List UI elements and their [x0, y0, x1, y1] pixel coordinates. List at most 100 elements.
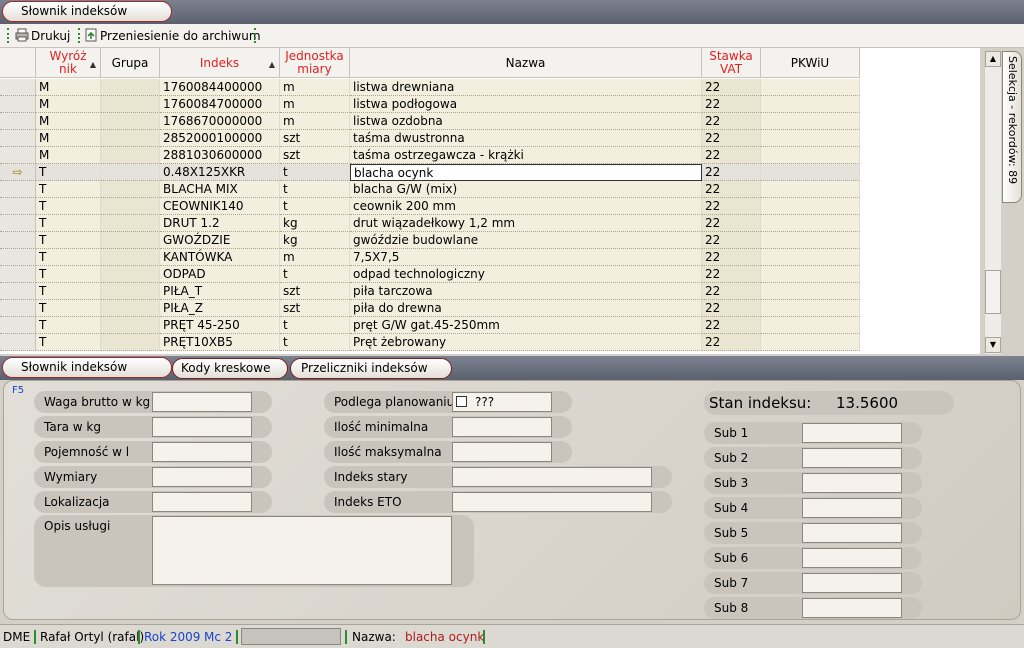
cell-indeks[interactable]: 1768670000000 [160, 113, 280, 130]
detail-field-input[interactable] [152, 492, 252, 512]
table-row[interactable]: ⇨ T 0.48X125XKR t blacha ocynk 22 [0, 164, 860, 181]
detail-field-input[interactable]: ??? [452, 392, 552, 412]
row-indicator[interactable] [0, 198, 36, 215]
sub-field-input[interactable] [802, 573, 902, 593]
cell-nazwa[interactable]: ceownik 200 mm [350, 198, 702, 215]
cell-stawka-vat[interactable]: 22 [702, 266, 761, 283]
cell-stawka-vat[interactable]: 22 [702, 79, 761, 96]
table-row[interactable]: T KANTÓWKA m 7,5X7,5 22 [0, 249, 860, 266]
cell-indeks[interactable]: 0.48X125XKR [160, 164, 280, 181]
table-row[interactable]: T PIŁA_Z szt piła do drewna 22 [0, 300, 860, 317]
row-indicator[interactable] [0, 249, 36, 266]
detail-field-input[interactable] [152, 417, 252, 437]
cell-pkwiu[interactable] [761, 198, 860, 215]
cell-grupa[interactable] [101, 113, 160, 130]
table-row[interactable]: T CEOWNIK140 t ceownik 200 mm 22 [0, 198, 860, 215]
cell-pkwiu[interactable] [761, 249, 860, 266]
cell-grupa[interactable] [101, 96, 160, 113]
cell-nazwa[interactable]: piła do drewna [350, 300, 702, 317]
cell-indeks[interactable]: 2852000100000 [160, 130, 280, 147]
cell-wyroznik[interactable]: T [36, 300, 101, 317]
cell-grupa[interactable] [101, 215, 160, 232]
cell-grupa[interactable] [101, 283, 160, 300]
cell-nazwa[interactable]: piła tarczowa [350, 283, 702, 300]
cell-stawka-vat[interactable]: 22 [702, 113, 761, 130]
cell-indeks[interactable]: CEOWNIK140 [160, 198, 280, 215]
row-indicator[interactable] [0, 232, 36, 249]
cell-pkwiu[interactable] [761, 215, 860, 232]
cell-pkwiu[interactable] [761, 96, 860, 113]
cell-wyroznik[interactable]: M [36, 96, 101, 113]
table-row[interactable]: M 1768670000000 m listwa ozdobna 22 [0, 113, 860, 130]
cell-indeks[interactable]: PRĘT10XB5 [160, 334, 280, 351]
cell-wyroznik[interactable]: T [36, 215, 101, 232]
cell-wyroznik[interactable]: M [36, 147, 101, 164]
row-indicator[interactable] [0, 300, 36, 317]
cell-wyroznik[interactable]: T [36, 334, 101, 351]
cell-jednostka[interactable]: t [280, 317, 350, 334]
cell-grupa[interactable] [101, 300, 160, 317]
header-nazwa[interactable]: Nazwa [350, 48, 702, 78]
cell-wyroznik[interactable]: T [36, 249, 101, 266]
row-indicator[interactable] [0, 266, 36, 283]
cell-indeks[interactable]: BLACHA MIX [160, 181, 280, 198]
cell-jednostka[interactable]: t [280, 181, 350, 198]
header-jednostka[interactable]: Jednostka miary [280, 48, 350, 78]
cell-grupa[interactable] [101, 317, 160, 334]
cell-wyroznik[interactable]: M [36, 79, 101, 96]
cell-wyroznik[interactable]: T [36, 164, 101, 181]
header-indeks[interactable]: Indeks ▲ [160, 48, 280, 78]
tab-slownik-indeksow[interactable]: Słownik indeksów [2, 357, 172, 378]
cell-wyroznik[interactable]: T [36, 181, 101, 198]
cell-grupa[interactable] [101, 79, 160, 96]
cell-pkwiu[interactable] [761, 164, 860, 181]
cell-stawka-vat[interactable]: 22 [702, 96, 761, 113]
header-stawka-vat[interactable]: Stawka VAT [702, 48, 761, 78]
cell-nazwa[interactable]: pręt G/W gat.45-250mm [350, 317, 702, 334]
cell-wyroznik[interactable]: T [36, 232, 101, 249]
sub-field-input[interactable] [802, 473, 902, 493]
cell-indeks[interactable]: KANTÓWKA [160, 249, 280, 266]
cell-jednostka[interactable]: szt [280, 300, 350, 317]
tab-slownik-indeksow-top[interactable]: Słownik indeksów [2, 1, 172, 22]
cell-grupa[interactable] [101, 181, 160, 198]
cell-pkwiu[interactable] [761, 317, 860, 334]
cell-grupa[interactable] [101, 266, 160, 283]
cell-nazwa[interactable]: taśma ostrzegawcza - krążki [350, 147, 702, 164]
sub-field-input[interactable] [802, 598, 902, 618]
cell-wyroznik[interactable]: M [36, 113, 101, 130]
table-row[interactable]: T GWOŹDZIE kg gwóździe budowlane 22 [0, 232, 860, 249]
cell-nazwa[interactable]: listwa ozdobna [350, 113, 702, 130]
row-indicator[interactable] [0, 334, 36, 351]
cell-stawka-vat[interactable]: 22 [702, 130, 761, 147]
cell-nazwa[interactable]: listwa drewniana [350, 79, 702, 96]
cell-grupa[interactable] [101, 198, 160, 215]
table-row[interactable]: M 2852000100000 szt taśma dwustronna 22 [0, 130, 860, 147]
cell-nazwa[interactable]: 7,5X7,5 [350, 249, 702, 266]
cell-wyroznik[interactable]: T [36, 317, 101, 334]
table-row[interactable]: M 2881030600000 szt taśma ostrzegawcza - kr… [0, 147, 860, 164]
scroll-down-button[interactable]: ▼ [985, 337, 1001, 353]
tab-kody-kreskowe[interactable]: Kody kreskowe [172, 358, 288, 379]
cell-grupa[interactable] [101, 249, 160, 266]
print-button[interactable]: Drukuj [15, 28, 70, 44]
cell-nazwa[interactable]: Pręt żebrowany [350, 334, 702, 351]
detail-field-input[interactable] [452, 417, 552, 437]
cell-jednostka[interactable]: m [280, 113, 350, 130]
sub-field-input[interactable] [802, 523, 902, 543]
row-indicator[interactable] [0, 317, 36, 334]
cell-jednostka[interactable]: t [280, 334, 350, 351]
table-row[interactable]: T PIŁA_T szt piła tarczowa 22 [0, 283, 860, 300]
tab-przeliczniki-indeksow[interactable]: Przeliczniki indeksów [290, 358, 452, 379]
cell-indeks[interactable]: ODPAD [160, 266, 280, 283]
cell-nazwa[interactable]: listwa podłogowa [350, 96, 702, 113]
scroll-thumb[interactable] [985, 270, 1001, 314]
cell-pkwiu[interactable] [761, 334, 860, 351]
cell-stawka-vat[interactable]: 22 [702, 249, 761, 266]
row-indicator[interactable] [0, 283, 36, 300]
row-indicator[interactable] [0, 113, 36, 130]
cell-pkwiu[interactable] [761, 147, 860, 164]
cell-jednostka[interactable]: t [280, 164, 350, 181]
cell-grupa[interactable] [101, 147, 160, 164]
sub-field-input[interactable] [802, 548, 902, 568]
